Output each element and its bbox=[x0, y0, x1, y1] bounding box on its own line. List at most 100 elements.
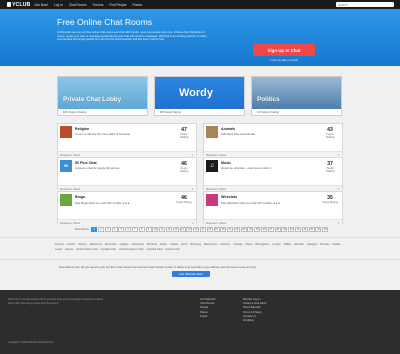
page-link[interactable]: 29 bbox=[281, 227, 288, 232]
city-link[interactable]: Winnipeg bbox=[190, 243, 201, 246]
city-link[interactable]: Houston bbox=[220, 243, 230, 246]
city-link[interactable]: Dallas bbox=[284, 243, 291, 246]
sign-up-button[interactable]: Sign Up to Chat bbox=[253, 44, 315, 56]
city-link[interactable]: Phoenix bbox=[320, 243, 329, 246]
logo[interactable]: YCLUB bbox=[7, 1, 30, 8]
room-card-music[interactable]: ♫ Music all genres, all artists - music … bbox=[203, 157, 343, 191]
page-link[interactable]: 31 bbox=[295, 227, 302, 232]
page-link[interactable]: 9 bbox=[145, 227, 152, 232]
page-link[interactable]: 26 bbox=[261, 227, 268, 232]
page-link[interactable]: 34 bbox=[315, 227, 322, 232]
city-link[interactable]: Glasgow bbox=[307, 243, 317, 246]
page-link[interactable]: 20 bbox=[220, 227, 227, 232]
page-link[interactable]: 18 bbox=[206, 227, 213, 232]
city-link[interactable]: London bbox=[272, 243, 281, 246]
city-link[interactable]: London bbox=[67, 243, 76, 246]
join-button[interactable]: Join Wireclub Now! bbox=[172, 271, 210, 277]
footer-links-col1: Join Wireclub Chat Rooms People Places T… bbox=[200, 298, 216, 319]
nav-join[interactable]: Join Now! bbox=[34, 3, 48, 7]
room-name[interactable]: 50 Plus Chat bbox=[75, 161, 97, 165]
city-link[interactable]: Montreal bbox=[147, 243, 157, 246]
room-card-50-plus[interactable]: 50 50 Plus Chat A place to chat for peop… bbox=[57, 157, 197, 191]
page-link[interactable]: 17 bbox=[199, 227, 206, 232]
page-link[interactable]: 4 bbox=[111, 227, 118, 232]
page-link[interactable]: 32 bbox=[301, 227, 308, 232]
room-card-bingo[interactable]: Bingo Play Bingo while you chat! Win Cre… bbox=[57, 191, 197, 225]
nav-login[interactable]: Log In bbox=[54, 3, 63, 7]
search-input[interactable] bbox=[336, 2, 394, 7]
page-link[interactable]: 27 bbox=[267, 227, 274, 232]
city-link[interactable]: Leeds bbox=[55, 248, 62, 251]
room-name[interactable]: Music bbox=[221, 161, 231, 165]
nav-places[interactable]: Places bbox=[132, 3, 142, 7]
city-link[interactable]: United States Chat bbox=[76, 248, 98, 251]
city-link[interactable]: Manchester bbox=[204, 243, 218, 246]
page-link[interactable]: 10 bbox=[152, 227, 159, 232]
room-card-wireslots[interactable]: Wireslots Play WireSlots while you chat!… bbox=[203, 191, 343, 225]
city-link[interactable]: Seattle bbox=[332, 243, 340, 246]
city-link[interactable]: Hamilton bbox=[294, 243, 304, 246]
city-link[interactable]: Australia Chat bbox=[146, 248, 162, 251]
room-card-animals[interactable]: Animals Talk about Pets and Animals 43 P… bbox=[203, 123, 343, 157]
room-description: all genres, all artists - music lovers u… bbox=[221, 166, 273, 170]
room-name[interactable]: Wireslots bbox=[221, 195, 237, 199]
page-link[interactable]: 13 bbox=[172, 227, 179, 232]
city-link[interactable]: Toronto bbox=[55, 243, 64, 246]
top-bar: YCLUB Join Now! Log In Chat Rooms Forums… bbox=[0, 0, 400, 9]
footer-link[interactable]: Topics bbox=[200, 315, 216, 319]
city-link[interactable]: Melbourne bbox=[90, 243, 102, 246]
page-link[interactable]: 16 bbox=[193, 227, 200, 232]
featured-room-politics[interactable]: Politics 12 People Chatting bbox=[251, 76, 342, 116]
room-card-religion[interactable]: Religion A room to discuss the many fait… bbox=[57, 123, 197, 157]
city-link[interactable]: Birmingham bbox=[255, 243, 269, 246]
page-link[interactable]: 11 bbox=[159, 227, 166, 232]
page-link[interactable]: 2 bbox=[97, 227, 104, 232]
city-link[interactable]: Dublin bbox=[160, 243, 167, 246]
city-link[interactable]: Atlanta bbox=[65, 248, 73, 251]
featured-room-wordy[interactable]: Wordy 98 People Playing bbox=[154, 76, 245, 116]
room-name[interactable]: Animals bbox=[221, 127, 235, 131]
page-link[interactable]: 25 bbox=[254, 227, 261, 232]
city-link[interactable]: Miami bbox=[246, 243, 253, 246]
page-link[interactable]: 3 bbox=[104, 227, 111, 232]
page-link[interactable]: 5 bbox=[118, 227, 125, 232]
city-link[interactable]: Vancouver bbox=[132, 243, 144, 246]
city-link[interactable]: Canada Chat bbox=[101, 248, 116, 251]
room-name[interactable]: Religion bbox=[75, 127, 89, 131]
page-link[interactable]: 8 bbox=[138, 227, 145, 232]
logo-icon bbox=[7, 2, 11, 7]
nav-forums[interactable]: Forums bbox=[93, 3, 104, 7]
page-link[interactable]: 24 bbox=[247, 227, 254, 232]
footer-link[interactable]: Wordplay bbox=[243, 319, 267, 323]
city-link[interactable]: Ireland Chat bbox=[165, 248, 179, 251]
room-name[interactable]: Bingo bbox=[75, 195, 85, 199]
page-link[interactable]: 35 bbox=[322, 227, 329, 232]
page-link[interactable]: 12 bbox=[165, 227, 172, 232]
featured-room-count: 12 People Chatting bbox=[257, 110, 280, 114]
page-link[interactable]: 1 bbox=[91, 227, 98, 232]
page-link[interactable]: 7 bbox=[131, 227, 138, 232]
city-link[interactable]: Sydney bbox=[78, 243, 87, 246]
nav-find-people[interactable]: Find People bbox=[109, 3, 126, 7]
page-link[interactable]: 33 bbox=[308, 227, 315, 232]
page-link[interactable]: 23 bbox=[240, 227, 247, 232]
page-link[interactable]: 22 bbox=[233, 227, 240, 232]
chevron-down-icon[interactable]: ▾ bbox=[191, 221, 193, 225]
city-link[interactable]: Perth bbox=[181, 243, 187, 246]
city-link[interactable]: Edmonton bbox=[105, 243, 117, 246]
city-link[interactable]: Ottawa bbox=[170, 243, 178, 246]
page-link[interactable]: 30 bbox=[288, 227, 295, 232]
featured-room-private-chat[interactable]: Private Chat Lobby 181 People Chatting bbox=[57, 76, 148, 116]
page-link[interactable]: 15 bbox=[186, 227, 193, 232]
city-link[interactable]: United Kingdom Chat bbox=[119, 248, 144, 251]
city-link[interactable]: Calgary bbox=[120, 243, 129, 246]
city-link[interactable]: Chicago bbox=[233, 243, 243, 246]
page-link[interactable]: 19 bbox=[213, 227, 220, 232]
chevron-down-icon[interactable]: ▾ bbox=[337, 221, 339, 225]
nav-chat-rooms[interactable]: Chat Rooms bbox=[69, 3, 87, 7]
page-link[interactable]: 21 bbox=[227, 227, 234, 232]
page-link[interactable]: 14 bbox=[179, 227, 186, 232]
page-link[interactable]: 28 bbox=[274, 227, 281, 232]
room-count: 37 bbox=[327, 161, 333, 167]
page-link[interactable]: 6 bbox=[125, 227, 132, 232]
